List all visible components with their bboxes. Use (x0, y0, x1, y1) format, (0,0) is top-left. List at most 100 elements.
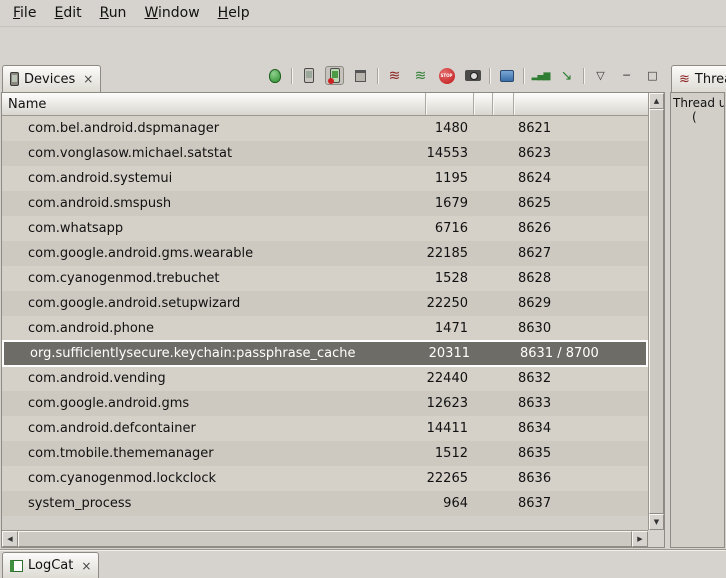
table-row[interactable]: com.whatsapp 6716 8626 (2, 216, 648, 241)
close-icon[interactable]: × (83, 72, 93, 86)
method-trace-icon[interactable]: ↘ (557, 66, 576, 85)
logcat-icon (10, 560, 23, 572)
process-port: 8624 (514, 171, 648, 186)
devices-panel: Devices × ≋ ≋ STOP ▂▄▆ ↘ ▽ ─ □ Name (0, 60, 666, 549)
menu-run[interactable]: Run (91, 1, 136, 25)
maximize-icon[interactable]: □ (643, 66, 662, 85)
column-header-pid[interactable] (426, 93, 474, 115)
table-row[interactable]: com.android.phone 1471 8630 (2, 316, 648, 341)
table-row[interactable]: com.android.systemui 1195 8624 (2, 166, 648, 191)
horizontal-scrollbar: ◀ ▶ (2, 530, 648, 547)
dump-hprof-icon[interactable] (325, 66, 344, 85)
device-icon (10, 72, 19, 86)
process-port: 8632 (514, 371, 648, 386)
scroll-right-button[interactable]: ▶ (632, 531, 648, 547)
screen-capture-icon[interactable] (463, 66, 482, 85)
vertical-scroll-thumb[interactable] (649, 109, 664, 514)
process-port: 8635 (514, 446, 648, 461)
threads-icon: ≋ (679, 72, 690, 87)
view-menu-icon[interactable]: ▽ (591, 66, 610, 85)
stop-process-icon[interactable]: STOP (437, 66, 456, 85)
system-info-icon[interactable]: ▂▄▆ (531, 66, 550, 85)
process-pid: 20311 (428, 346, 476, 361)
table-row[interactable]: com.android.defcontainer 14411 8634 (2, 416, 648, 441)
table-row[interactable]: com.google.android.setupwizard 22250 862… (2, 291, 648, 316)
scroll-up-button[interactable]: ▲ (649, 93, 664, 109)
debug-process-icon[interactable] (265, 66, 284, 85)
table-row[interactable]: com.google.android.gms 12623 8633 (2, 391, 648, 416)
process-port: 8625 (514, 196, 648, 211)
process-pid: 22250 (426, 296, 474, 311)
menu-help[interactable]: Help (209, 1, 259, 25)
process-pid: 1512 (426, 446, 474, 461)
process-name: com.google.android.setupwizard (2, 296, 426, 311)
process-port: 8628 (514, 271, 648, 286)
process-port: 8621 (514, 121, 648, 136)
process-port: 8637 (514, 496, 648, 511)
column-header-blank2[interactable] (493, 93, 514, 115)
logcat-tab-label: LogCat (28, 558, 73, 573)
devices-tab-row: Devices × ≋ ≋ STOP ▂▄▆ ↘ ▽ ─ □ (0, 60, 666, 92)
table-row[interactable]: com.cyanogenmod.trebuchet 1528 8628 (2, 266, 648, 291)
menubar: File Edit Run Window Help (0, 0, 726, 27)
start-method-profiling-icon[interactable]: ≋ (411, 66, 430, 85)
process-pid: 1480 (426, 121, 474, 136)
process-port: 8631 / 8700 (516, 346, 646, 361)
table-row[interactable]: com.vonglasow.michael.satstat 14553 8623 (2, 141, 648, 166)
process-port: 8634 (514, 421, 648, 436)
menu-window[interactable]: Window (135, 1, 208, 25)
table-row[interactable]: com.cyanogenmod.lockclock 22265 8636 (2, 466, 648, 491)
process-pid: 22265 (426, 471, 474, 486)
menu-file[interactable]: File (4, 1, 45, 25)
process-port: 8630 (514, 321, 648, 336)
process-list: com.bel.android.dspmanager 1480 8621 com… (2, 116, 648, 530)
table-row[interactable]: system_process 964 8637 (2, 491, 648, 516)
threads-message-line1: Thread up (673, 96, 722, 110)
process-name: com.cyanogenmod.lockclock (2, 471, 426, 486)
cause-gc-icon[interactable] (351, 66, 370, 85)
tab-devices[interactable]: Devices × (2, 65, 101, 92)
update-threads-icon[interactable]: ≋ (385, 66, 404, 85)
process-name: system_process (2, 496, 426, 511)
toolbar-separator (377, 68, 378, 84)
table-row[interactable]: com.google.android.gms.wearable 22185 86… (2, 241, 648, 266)
column-header-name[interactable]: Name (2, 93, 426, 115)
threads-panel: ≋ Threads Thread up ( (669, 60, 726, 549)
tab-threads[interactable]: ≋ Threads (671, 65, 726, 92)
table-row[interactable]: com.android.smspush 1679 8625 (2, 191, 648, 216)
threads-tab-row: ≋ Threads (669, 60, 726, 92)
process-port: 8636 (514, 471, 648, 486)
threads-tab-label: Threads (695, 72, 726, 87)
threads-content: Thread up ( (670, 92, 725, 548)
column-header-blank1[interactable] (474, 93, 493, 115)
process-pid: 22185 (426, 246, 474, 261)
devices-table: Name com.bel.android.dspmanager 1480 862… (1, 92, 665, 548)
capture-video-icon[interactable] (497, 66, 516, 85)
table-row[interactable]: com.bel.android.dspmanager 1480 8621 (2, 116, 648, 141)
table-row[interactable]: com.android.vending 22440 8632 (2, 366, 648, 391)
menu-edit[interactable]: Edit (45, 1, 90, 25)
update-heap-icon[interactable] (299, 66, 318, 85)
process-name: org.sufficientlysecure.keychain:passphra… (4, 346, 428, 361)
process-pid: 14411 (426, 421, 474, 436)
process-name: com.android.defcontainer (2, 421, 426, 436)
table-row-selected[interactable]: org.sufficientlysecure.keychain:passphra… (2, 340, 648, 367)
tab-logcat[interactable]: LogCat × (2, 552, 99, 578)
scroll-left-button[interactable]: ◀ (2, 531, 18, 547)
vertical-scrollbar: ▲ ▼ (648, 93, 664, 530)
process-pid: 1528 (426, 271, 474, 286)
camera-icon (465, 70, 481, 81)
minimize-icon[interactable]: ─ (617, 66, 636, 85)
ddms-window: { "colors": { "window_bg": "#d6d3ce", "s… (0, 0, 726, 577)
close-icon[interactable]: × (81, 559, 91, 573)
process-pid: 964 (426, 496, 474, 511)
horizontal-scroll-thumb[interactable] (18, 531, 632, 547)
process-name: com.bel.android.dspmanager (2, 121, 426, 136)
scroll-down-button[interactable]: ▼ (649, 514, 664, 530)
toolbar-separator (291, 68, 292, 84)
process-port: 8627 (514, 246, 648, 261)
devices-toolbar: ≋ ≋ STOP ▂▄▆ ↘ ▽ ─ □ (265, 66, 662, 85)
column-header-port[interactable] (514, 93, 648, 115)
table-row[interactable]: com.tmobile.thememanager 1512 8635 (2, 441, 648, 466)
process-pid: 6716 (426, 221, 474, 236)
